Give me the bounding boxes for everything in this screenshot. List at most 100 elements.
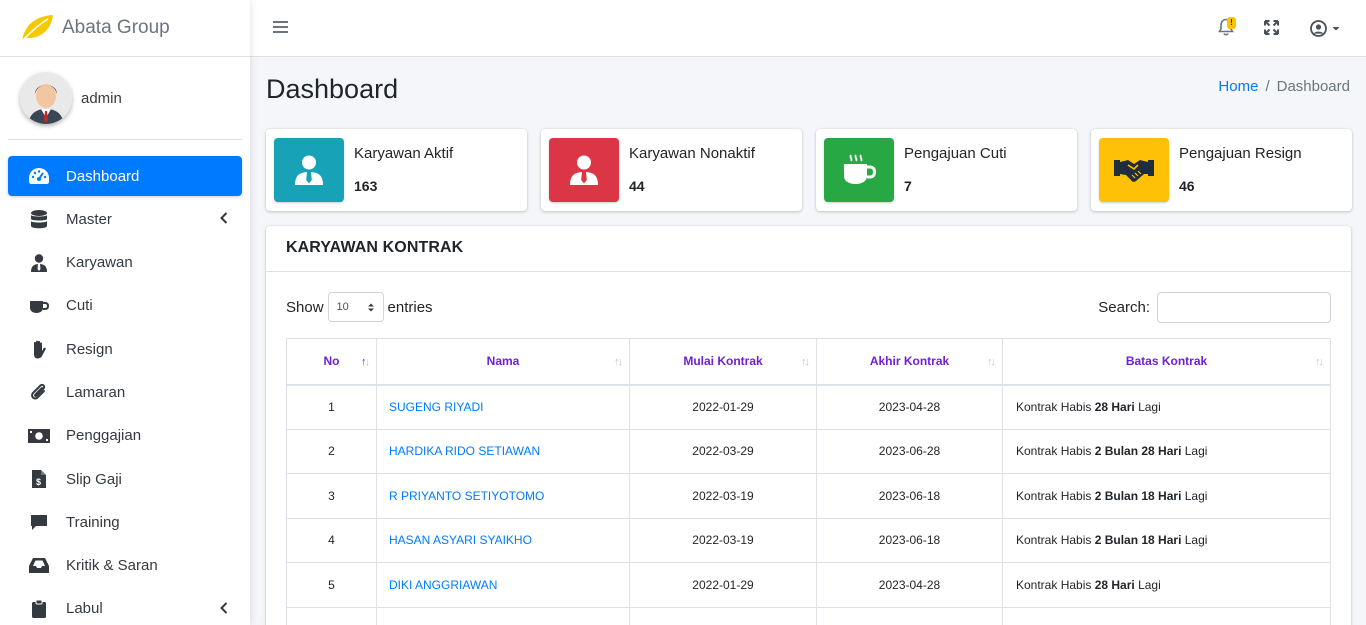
batas-prefix: Kontrak Habis	[1016, 577, 1095, 592]
table-row: 3 R PRIYANTO SETIYOTOMO 2022-03-19 2023-…	[286, 473, 1331, 519]
sidebar-item-slip-gaji[interactable]: $ Slip Gaji	[8, 459, 242, 499]
cell-nama-link[interactable]: DIKI ANGGRIAWAN	[376, 562, 630, 608]
cell-akhir-kontrak: 2023-06-18	[816, 473, 1003, 519]
user-tie-icon	[28, 253, 50, 273]
cell-empty	[286, 606, 377, 625]
handshake-icon	[1099, 138, 1169, 202]
column-header-no[interactable]: No ↑↓	[286, 338, 377, 386]
user-tie-icon	[274, 138, 344, 202]
sidebar-item-training[interactable]: Training	[8, 502, 242, 542]
column-header-label: No	[323, 354, 340, 369]
cell-akhir-kontrak: 2023-06-28	[816, 428, 1003, 474]
chevron-left-icon	[220, 211, 228, 228]
cell-nama-link[interactable]: HARDIKA RIDO SETIAWAN	[376, 428, 630, 474]
batas-duration: 2 Bulan 18 Hari	[1094, 533, 1182, 548]
batas-suffix: Lagi	[1134, 400, 1161, 414]
breadcrumb-home-link[interactable]: Home	[1218, 78, 1258, 95]
info-box-label: Karyawan Aktif	[354, 145, 454, 162]
sidebar-item-dashboard[interactable]: Dashboard	[8, 156, 242, 196]
sidebar-item-label: Cuti	[66, 297, 93, 315]
cell-mulai-kontrak: 2022-03-19	[629, 473, 817, 519]
sidebar-item-penggajian[interactable]: Penggajian	[8, 416, 242, 456]
search-input[interactable]	[1157, 292, 1331, 323]
sidebar-item-lamaran[interactable]: Lamaran	[8, 372, 242, 412]
fullscreen-expand-icon[interactable]	[1264, 20, 1279, 40]
sidebar-item-cuti[interactable]: Cuti	[8, 286, 242, 326]
brand-link[interactable]: Abata Group	[0, 0, 250, 57]
svg-text:$: $	[36, 477, 41, 487]
sidebar-item-resign[interactable]: Resign	[8, 329, 242, 369]
entries-per-page-select[interactable]: 10	[327, 292, 384, 322]
file-invoice-dollar-icon: $	[28, 469, 50, 489]
cell-akhir-kontrak: 2023-04-28	[816, 384, 1003, 430]
info-box-value: 163	[354, 178, 378, 194]
info-box-karyawan-nonaktif[interactable]: Karyawan Nonaktif 44	[541, 129, 802, 211]
user-panel: admin	[8, 57, 242, 140]
cell-mulai-kontrak: 2022-03-19	[629, 517, 817, 563]
cell-mulai-kontrak: 2022-01-29	[629, 562, 817, 608]
cell-no: 2	[286, 428, 377, 474]
sidebar-item-label: Penggajian	[66, 427, 142, 445]
sidebar-item-master[interactable]: Master	[8, 199, 242, 239]
batas-duration: 2 Bulan 28 Hari	[1094, 444, 1182, 459]
cell-nama-link[interactable]: SUGENG RIYADI	[376, 384, 630, 430]
user-menu-dropdown[interactable]	[1310, 20, 1341, 37]
table-row: 5 DIKI ANGGRIAWAN 2022-01-29 2023-04-28 …	[286, 562, 1331, 608]
table-row: 2 HARDIKA RIDO SETIAWAN 2022-03-29 2023-…	[286, 428, 1331, 474]
coffee-icon	[28, 296, 50, 316]
sort-updown-icon	[367, 303, 374, 311]
cell-empty	[816, 606, 1003, 625]
batas-suffix: Lagi	[1134, 577, 1161, 592]
top-navbar: !	[250, 0, 1366, 57]
table-row: 1 SUGENG RIYADI 2022-01-29 2023-04-28 Ko…	[286, 384, 1331, 430]
sidebar-item-label: Resign	[66, 340, 113, 358]
column-header-batas-kontrak[interactable]: Batas Kontrak ↑↓	[1002, 338, 1331, 386]
batas-suffix: Lagi	[1181, 444, 1208, 459]
batas-suffix: Lagi	[1181, 533, 1208, 548]
column-header-akhir-kontrak[interactable]: Akhir Kontrak ↑↓	[816, 338, 1003, 386]
sort-icon: ↑↓	[987, 356, 996, 368]
sidebar-item-labul[interactable]: Labul	[8, 589, 242, 625]
user-name[interactable]: admin	[81, 90, 122, 107]
cell-no: 1	[286, 384, 377, 430]
cell-empty	[1002, 606, 1331, 625]
leaf-logo-icon	[21, 15, 53, 42]
info-box-value: 7	[904, 178, 912, 194]
money-bill-icon	[28, 426, 50, 446]
sort-icon: ↑↓	[1315, 356, 1324, 368]
cell-nama-link[interactable]: R PRIYANTO SETIYOTOMO	[376, 473, 630, 519]
info-box-pengajuan-resign[interactable]: Pengajuan Resign 46	[1091, 129, 1352, 211]
sidebar-item-label: Labul	[66, 600, 103, 618]
column-header-mulai-kontrak[interactable]: Mulai Kontrak ↑↓	[629, 338, 817, 386]
info-box-karyawan-aktif[interactable]: Karyawan Aktif 163	[266, 129, 527, 211]
coffee-icon	[824, 138, 894, 202]
cell-no: 4	[286, 517, 377, 563]
sort-ascending-icon: ↑↓	[361, 356, 370, 368]
search-label: Search:	[1098, 299, 1150, 316]
cell-batas-kontrak: Kontrak Habis 2 Bulan 18 Hari Lagi	[1002, 473, 1331, 519]
sidebar-item-kritik-saran[interactable]: Kritik & Saran	[8, 546, 242, 586]
breadcrumb-separator: /	[1265, 78, 1270, 95]
entries-label: entries	[387, 298, 433, 316]
cell-mulai-kontrak: 2022-03-29	[629, 428, 817, 474]
hamburger-menu-icon[interactable]	[273, 20, 288, 39]
page-title: Dashboard	[266, 74, 399, 104]
comment-icon	[28, 512, 50, 532]
cell-empty	[629, 606, 817, 625]
table-header-row: No ↑↓ Nama ↑↓ Mulai Kontrak ↑↓ Akhir Kontra…	[286, 338, 1331, 386]
column-header-label: Mulai Kontrak	[683, 354, 763, 369]
cell-nama-link[interactable]: HASAN ASYARI SYAIKHO	[376, 517, 630, 563]
cell-batas-kontrak: Kontrak Habis 28 Hari Lagi	[1002, 384, 1331, 430]
batas-duration: 2 Bulan 18 Hari	[1094, 488, 1182, 503]
sidebar-item-label: Karyawan	[66, 254, 133, 272]
batas-prefix: Kontrak Habis	[1016, 488, 1095, 503]
cell-batas-kontrak: Kontrak Habis 28 Hari Lagi	[1002, 562, 1331, 608]
info-box-pengajuan-cuti[interactable]: Pengajuan Cuti 7	[816, 129, 1077, 211]
batas-duration: 28 Hari	[1094, 400, 1135, 414]
cell-mulai-kontrak: 2022-01-29	[629, 384, 817, 430]
sort-icon: ↑↓	[614, 356, 623, 368]
avatar[interactable]	[20, 72, 72, 124]
sidebar-item-karyawan[interactable]: Karyawan	[8, 243, 242, 283]
sidebar-item-label: Master	[66, 210, 112, 228]
column-header-nama[interactable]: Nama ↑↓	[376, 338, 630, 386]
